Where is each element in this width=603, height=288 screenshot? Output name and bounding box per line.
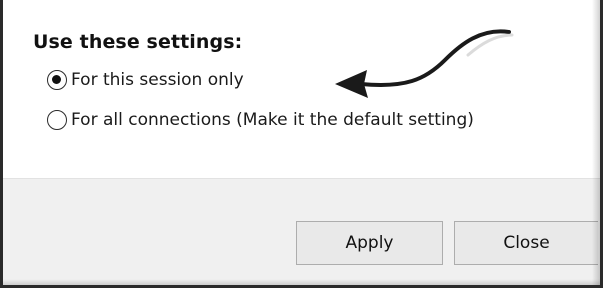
- settings-panel: Use these settings: For this session onl…: [3, 0, 600, 178]
- close-button[interactable]: Close: [454, 221, 598, 265]
- dialog-window: Use these settings: For this session onl…: [0, 0, 603, 288]
- apply-button[interactable]: Apply: [296, 221, 443, 265]
- annotation-arrow-icon: [335, 29, 514, 98]
- dialog-footer: Apply Close: [3, 178, 600, 285]
